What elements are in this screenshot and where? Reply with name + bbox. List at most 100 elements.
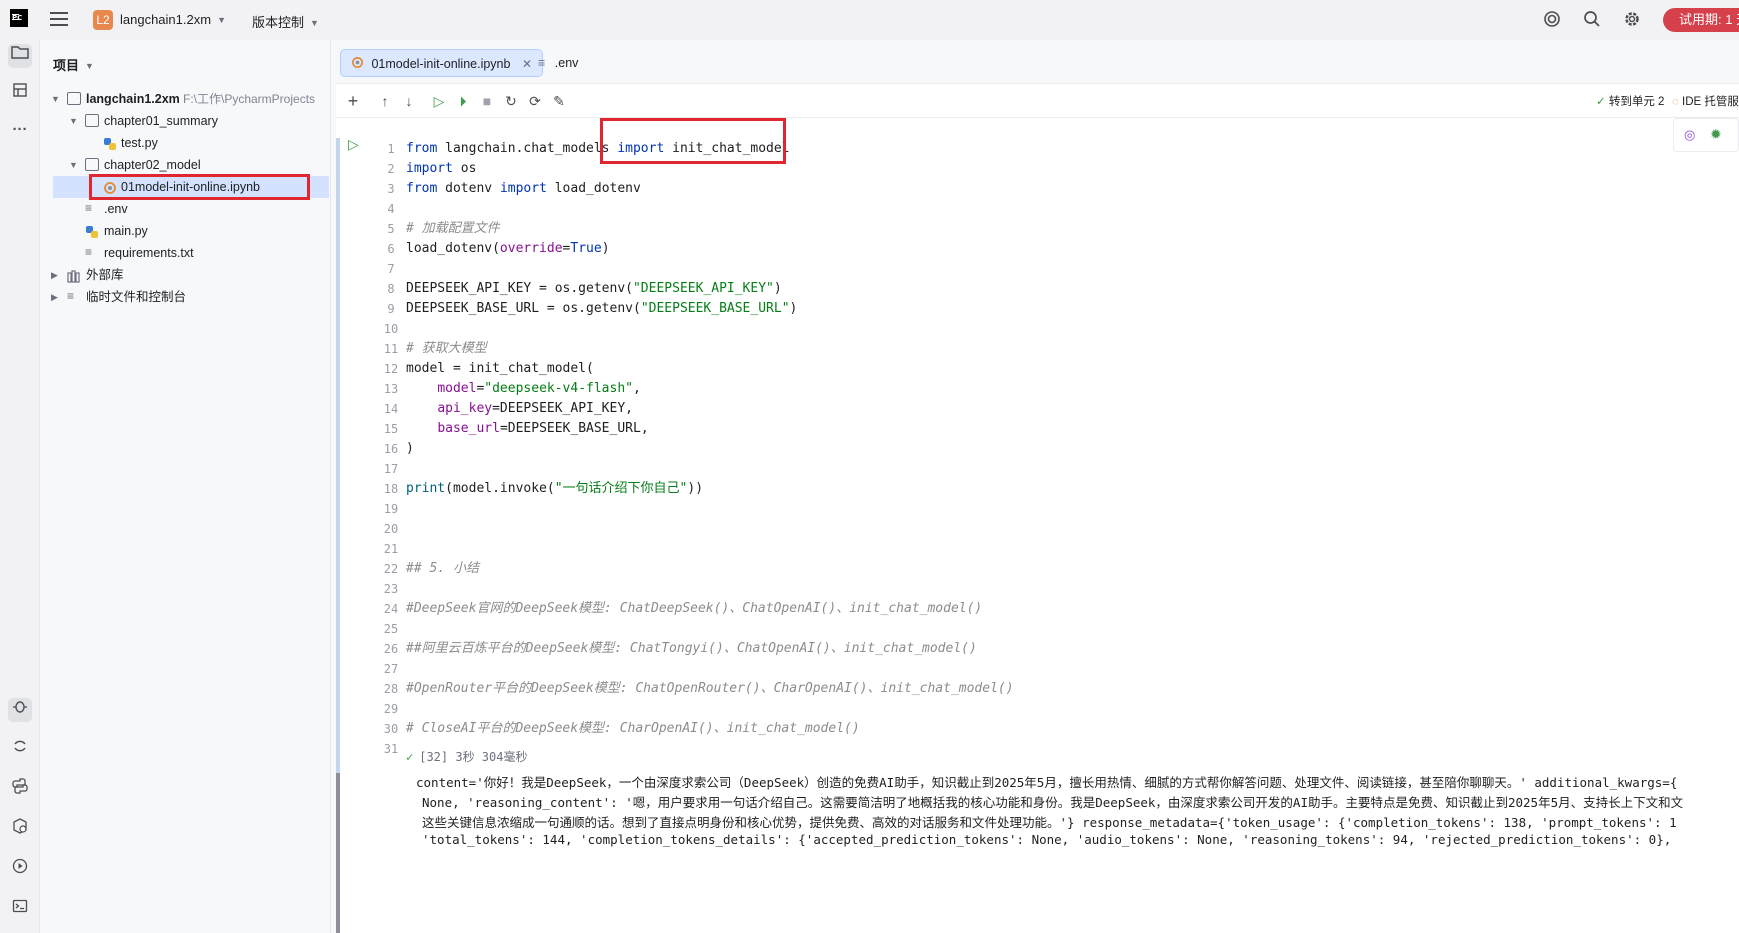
restart-kernel-icon[interactable]: ↻ bbox=[502, 92, 520, 110]
output-line: content='你好！我是DeepSeek，一个由深度求索公司（DeepSee… bbox=[416, 775, 1678, 790]
tree-item-external-libs[interactable]: ▶ 外部库 bbox=[41, 264, 331, 286]
clear-outputs-icon[interactable]: ✎ bbox=[550, 92, 568, 110]
editor-tab-bar: 01model-init-online.ipynb ✕ ≡ .env bbox=[336, 44, 1739, 84]
output-line: 这些关键信息浓缩成一句通顺的话。想到了直接点明身份和核心优势，提供免费、高效的对… bbox=[422, 815, 1677, 830]
tree-item-scratches[interactable]: ▶ ≡ 临时文件和控制台 bbox=[41, 286, 331, 308]
more-tools-icon[interactable]: ··· bbox=[8, 118, 32, 142]
tab-notebook[interactable]: 01model-init-online.ipynb ✕ bbox=[340, 49, 544, 79]
tree-item-test-py[interactable]: test.py bbox=[41, 132, 331, 154]
chevron-down-icon[interactable]: ▼ bbox=[51, 88, 60, 110]
project-tool-window: 项目 ▼ ▼ langchain1.2xm F:\工作\PycharmProjec… bbox=[41, 40, 331, 933]
tool-window-bar: ··· bbox=[0, 40, 40, 933]
debug-cell-icon[interactable]: ✹ bbox=[1710, 126, 1722, 143]
project-switcher[interactable]: langchain1.2xm ▼ bbox=[120, 12, 226, 27]
python-console-icon[interactable] bbox=[8, 778, 32, 802]
tree-item-requirements[interactable]: ≡ requirements.txt bbox=[41, 242, 331, 264]
tab-env[interactable]: ≡ .env bbox=[528, 49, 588, 77]
ide-managed-label: IDE 托管服务 bbox=[1682, 96, 1739, 108]
goto-cell-status[interactable]: ✓ 转到单元 2 bbox=[1596, 93, 1664, 109]
notebook-toolbar: + ↑ ↓ ▷ ⏵ ■ ↻ ⟳ ✎ ✓ 转到单元 2 ◌ IDE 托管服务 bbox=[336, 84, 1739, 118]
check-icon: ✓ bbox=[406, 750, 414, 764]
tab-label: 01model-init-online.ipynb bbox=[371, 57, 511, 71]
run-all-icon[interactable]: ⏵ bbox=[454, 92, 472, 110]
run-cell-icon[interactable]: ▷ bbox=[430, 92, 448, 110]
terminal-icon[interactable] bbox=[8, 898, 32, 922]
output-line: 'total_tokens': 144, 'completion_tokens_… bbox=[422, 832, 1672, 847]
tree-item-env[interactable]: ≡ .env bbox=[41, 198, 331, 220]
cell-side-toolbar: ◎ ✹ bbox=[1673, 118, 1739, 152]
module-folder-icon bbox=[67, 92, 81, 105]
chevron-right-icon[interactable]: ▶ bbox=[51, 286, 58, 308]
tree-item-label: chapter02_model bbox=[104, 158, 201, 172]
jupyter-server-icon: ◌ bbox=[1672, 96, 1679, 108]
pycharm-logo-icon[interactable]: PC bbox=[10, 9, 28, 27]
cell-selection-bar bbox=[336, 138, 340, 838]
output-selection-bar bbox=[336, 773, 340, 933]
text-file-icon: ≡ bbox=[85, 201, 93, 215]
tree-item-label: 临时文件和控制台 bbox=[86, 290, 187, 304]
scratch-icon: ≡ bbox=[67, 289, 75, 303]
ide-managed-status[interactable]: ◌ IDE 托管服务 bbox=[1672, 93, 1739, 109]
goto-cell-label: 转到单元 2 bbox=[1608, 96, 1665, 108]
add-cell-icon[interactable]: + bbox=[344, 92, 362, 110]
search-icon[interactable] bbox=[1582, 10, 1602, 30]
folder-icon bbox=[85, 158, 99, 171]
title-bar: PC L2 langchain1.2xm ▼ 版本控制 ▼ 试用期: 1 天 bbox=[0, 0, 1739, 40]
restart-run-all-icon[interactable]: ⟳ bbox=[526, 92, 544, 110]
chevron-down-icon: ▼ bbox=[85, 61, 94, 71]
python-file-icon bbox=[85, 224, 99, 238]
output-line: None, 'reasoning_content': '嗯，用户要求用一句话介绍… bbox=[422, 795, 1684, 810]
notebook-editor[interactable]: ▷ 1 from langchain.chat_models import ini… bbox=[336, 118, 1739, 933]
project-path-note: F:\工作\PycharmProjects bbox=[183, 92, 316, 106]
python-packages-icon[interactable] bbox=[8, 818, 32, 842]
trial-badge[interactable]: 试用期: 1 天 bbox=[1663, 8, 1739, 32]
structure-icon[interactable] bbox=[8, 82, 32, 106]
check-icon: ✓ bbox=[1596, 96, 1606, 108]
project-folder-icon[interactable] bbox=[8, 44, 32, 68]
stop-kernel-icon[interactable]: ■ bbox=[478, 92, 496, 110]
chevron-down-icon[interactable]: ▼ bbox=[69, 110, 78, 132]
text-file-icon: ≡ bbox=[85, 245, 93, 259]
vcs-label: 版本控制 bbox=[252, 15, 305, 30]
library-icon bbox=[67, 268, 81, 283]
main-menu-icon[interactable] bbox=[50, 12, 68, 26]
highlight-box bbox=[89, 174, 310, 200]
tree-item-root[interactable]: ▼ langchain1.2xm F:\工作\PycharmProjects bbox=[41, 88, 331, 110]
tree-item-chapter01[interactable]: ▼ chapter01_summary bbox=[41, 110, 331, 132]
services-icon[interactable] bbox=[8, 738, 32, 762]
chevron-down-icon: ▼ bbox=[310, 18, 319, 28]
tree-item-label: 外部库 bbox=[86, 268, 124, 282]
jupyter-file-icon bbox=[351, 51, 364, 79]
chevron-right-icon[interactable]: ▶ bbox=[51, 264, 58, 286]
project-badge[interactable]: L2 bbox=[93, 10, 113, 30]
app-logo-text: PC bbox=[12, 14, 23, 22]
tab-label: .env bbox=[554, 56, 579, 70]
project-name: langchain1.2xm bbox=[120, 12, 212, 27]
tree-item-label: main.py bbox=[104, 224, 148, 238]
tree-item-label: .env bbox=[104, 202, 128, 216]
tree-item-chapter02[interactable]: ▼ chapter02_model bbox=[41, 154, 331, 176]
move-cell-down-icon[interactable]: ↓ bbox=[400, 92, 418, 110]
run-services-icon[interactable] bbox=[8, 858, 32, 882]
project-panel-title-text: 项目 bbox=[53, 58, 80, 73]
run-cell-gutter-icon[interactable]: ▷ bbox=[348, 136, 359, 153]
tree-item-label: requirements.txt bbox=[104, 246, 194, 260]
move-cell-up-icon[interactable]: ↑ bbox=[376, 92, 394, 110]
execution-info: ✓ [32] 3秒 304毫秒 bbox=[406, 748, 527, 765]
chevron-down-icon[interactable]: ▼ bbox=[69, 154, 78, 176]
project-panel-title[interactable]: 项目 ▼ bbox=[53, 55, 94, 74]
highlight-box bbox=[600, 118, 786, 164]
settings-gear-icon[interactable] bbox=[1622, 10, 1642, 30]
tree-item-label: test.py bbox=[121, 136, 158, 150]
tree-item-label: langchain1.2xm bbox=[86, 92, 180, 106]
ai-assistant-icon[interactable]: ◎ bbox=[1684, 127, 1695, 143]
debug-bug-icon[interactable] bbox=[8, 698, 32, 722]
vcs-menu[interactable]: 版本控制 ▼ bbox=[252, 12, 319, 31]
tree-item-label: chapter01_summary bbox=[104, 114, 218, 128]
ai-assistant-icon[interactable] bbox=[1542, 10, 1562, 30]
text-file-icon: ≡ bbox=[538, 56, 546, 70]
chevron-down-icon: ▼ bbox=[217, 15, 226, 25]
tree-item-main-py[interactable]: main.py bbox=[41, 220, 331, 242]
execution-time: [32] 3秒 304毫秒 bbox=[419, 750, 528, 764]
python-file-icon bbox=[103, 136, 117, 150]
